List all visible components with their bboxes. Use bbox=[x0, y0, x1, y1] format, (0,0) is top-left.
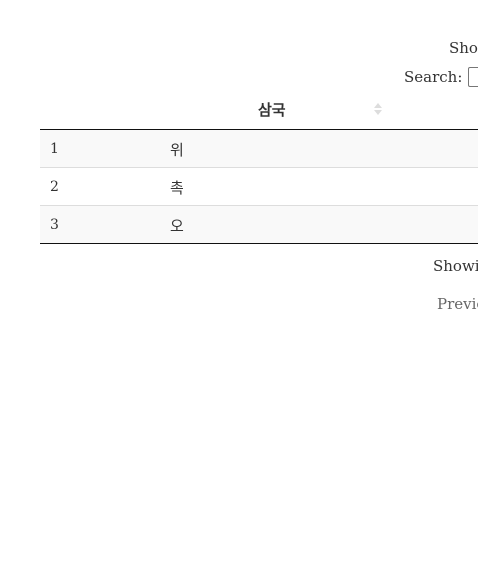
row-number: 3 bbox=[50, 217, 59, 233]
table-info: Showin bbox=[433, 257, 478, 275]
search-input[interactable] bbox=[468, 67, 478, 87]
row-number: 1 bbox=[50, 141, 59, 157]
data-table: 삼국 1 위 2 촉 3 오 bbox=[40, 90, 478, 244]
show-entries-label: Show bbox=[449, 39, 478, 57]
table-header-row: 삼국 bbox=[40, 90, 478, 130]
row-number: 2 bbox=[50, 179, 59, 195]
table-row[interactable]: 1 위 bbox=[40, 130, 478, 168]
search-label: Search: bbox=[404, 68, 463, 86]
row-kingdom: 촉 bbox=[170, 179, 184, 197]
previous-page-button[interactable]: Previo bbox=[437, 295, 478, 313]
row-kingdom: 위 bbox=[170, 141, 184, 159]
table-row[interactable]: 2 촉 bbox=[40, 168, 478, 206]
datatable-page: Show Search: 삼국 1 위 2 촉 3 오 Showin Previ… bbox=[0, 0, 478, 580]
search-control: Search: bbox=[404, 67, 478, 87]
row-kingdom: 오 bbox=[170, 217, 184, 235]
sort-icon[interactable] bbox=[373, 101, 383, 117]
column-header-samguk[interactable]: 삼국 bbox=[258, 99, 286, 120]
table-row[interactable]: 3 오 bbox=[40, 206, 478, 244]
